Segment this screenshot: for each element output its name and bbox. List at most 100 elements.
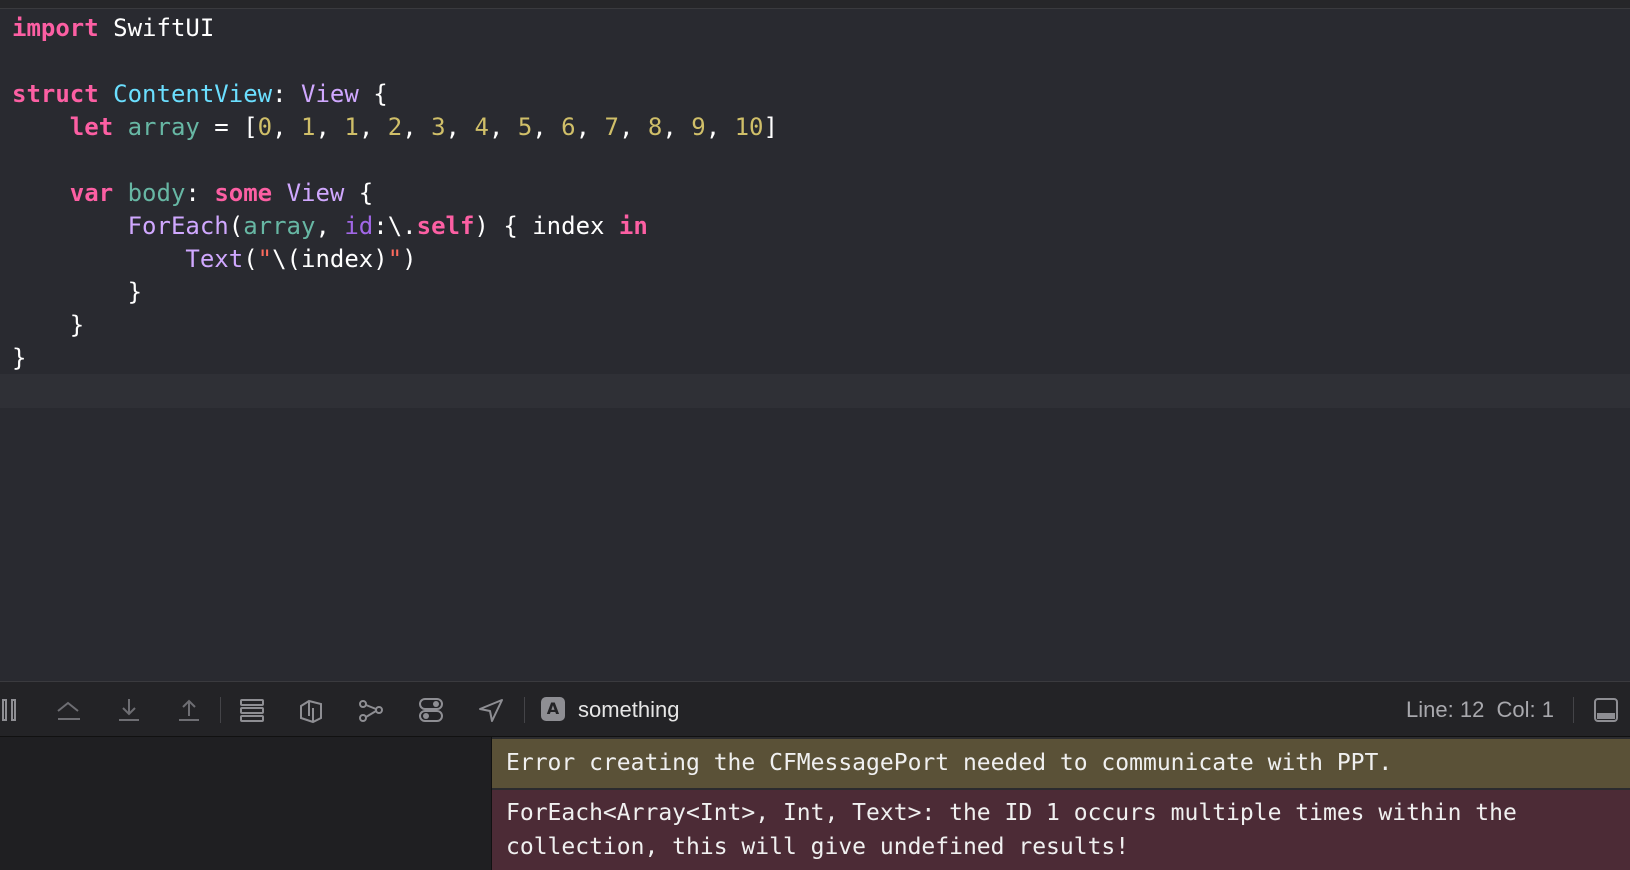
code-token: 1	[301, 113, 316, 141]
code-line[interactable]: import SwiftUI	[0, 11, 1630, 45]
code-token: body	[127, 179, 186, 207]
hide-debug-area-icon[interactable]	[1592, 696, 1620, 724]
code-token: ,	[272, 113, 302, 141]
code-token: array	[127, 113, 200, 141]
code-token: )	[402, 245, 417, 273]
code-token: var	[69, 179, 114, 207]
debug-toolbar: A something Line: 12 Col: 1	[0, 681, 1630, 737]
step-into-icon[interactable]	[115, 696, 143, 724]
code-token: ,	[705, 113, 735, 141]
code-token: }	[12, 344, 27, 372]
code-token: 5	[517, 113, 533, 141]
code-token: ,	[445, 113, 475, 141]
code-token: View	[301, 80, 359, 108]
code-token: (	[243, 245, 258, 273]
code-token: 10	[734, 113, 764, 141]
memory-graph-icon[interactable]	[297, 696, 325, 724]
code-token: import	[12, 14, 99, 42]
code-token: ,	[662, 113, 692, 141]
code-token: View	[286, 179, 345, 207]
code-token: "	[387, 245, 403, 273]
code-token: self	[416, 212, 475, 240]
code-line[interactable]: ForEach(array, id:\.self) { index in	[0, 209, 1630, 243]
code-token: struct	[12, 80, 99, 108]
toolbar-separator	[1573, 697, 1574, 723]
window-top-strip	[0, 0, 1630, 9]
step-over-icon[interactable]	[55, 696, 83, 724]
console-output[interactable]: Error creating the CFMessagePort needed …	[492, 737, 1630, 870]
code-token: 3	[431, 113, 446, 141]
code-token: :	[185, 179, 215, 207]
code-token: ,	[402, 113, 432, 141]
code-token: = [	[199, 113, 258, 141]
code-token: ForEach	[127, 212, 229, 240]
code-token: ,	[618, 113, 648, 141]
code-token: array	[243, 212, 316, 240]
code-line[interactable]: }	[0, 275, 1630, 309]
code-token: 6	[561, 113, 576, 141]
variables-view[interactable]	[0, 737, 492, 870]
code-token: ]	[763, 113, 778, 141]
code-token: :\.	[373, 212, 417, 240]
code-line[interactable]: let array = [0, 1, 1, 2, 3, 4, 5, 6, 7, …	[0, 110, 1630, 144]
code-token: :	[272, 80, 302, 108]
step-out-icon[interactable]	[175, 696, 203, 724]
code-line[interactable]: }	[0, 341, 1630, 375]
code-token: 7	[604, 113, 619, 141]
console-warning-message: Error creating the CFMessagePort needed …	[492, 739, 1630, 788]
code-token: \(index)	[272, 245, 388, 273]
pause-icon[interactable]	[0, 696, 28, 724]
view-hierarchy-icon[interactable]	[238, 696, 266, 724]
code-line[interactable]: var body: some View {	[0, 176, 1630, 210]
code-token: {	[344, 179, 374, 207]
code-token: id	[344, 212, 374, 240]
code-line[interactable]: struct ContentView: View {	[0, 77, 1630, 111]
code-line[interactable]: Text("\(index)")	[0, 242, 1630, 276]
code-token: ,	[315, 212, 345, 240]
code-token: SwiftUI	[98, 14, 215, 42]
cursor-position: Line: 12 Col: 1	[1406, 697, 1554, 722]
code-token: ,	[488, 113, 518, 141]
code-line[interactable]	[0, 143, 1630, 177]
code-token: 2	[387, 113, 403, 141]
code-token: ,	[358, 113, 388, 141]
code-token: 8	[647, 113, 663, 141]
code-token: 0	[257, 113, 273, 141]
code-line[interactable]	[0, 44, 1630, 78]
code-token: ,	[575, 113, 605, 141]
code-token: some	[214, 179, 273, 207]
code-token: }	[12, 278, 143, 306]
toolbar-separator	[220, 697, 221, 723]
code-token: in	[618, 212, 648, 240]
code-token: Text	[185, 245, 244, 273]
console-error-message: ForEach<Array<Int>, Int, Text>: the ID 1…	[492, 790, 1630, 870]
code-line[interactable]: }	[0, 308, 1630, 342]
environment-icon[interactable]	[357, 696, 385, 724]
app-scheme-icon: A	[541, 697, 565, 721]
code-token: (	[228, 212, 244, 240]
toggle-icon[interactable]	[417, 696, 445, 724]
code-token: 1	[344, 113, 359, 141]
code-token: {	[358, 80, 388, 108]
scheme-name[interactable]: something	[578, 694, 680, 726]
code-token: "	[257, 245, 273, 273]
code-token: 9	[691, 113, 706, 141]
code-token: let	[69, 113, 114, 141]
location-icon[interactable]	[477, 696, 505, 724]
code-token: 4	[474, 113, 489, 141]
code-token: ContentView	[113, 80, 273, 108]
code-token: ,	[315, 113, 345, 141]
code-token: ,	[532, 113, 562, 141]
code-editor[interactable]: import SwiftUI struct ContentView: View {…	[0, 9, 1630, 680]
toolbar-separator	[524, 697, 525, 723]
code-token: ) { index	[474, 212, 619, 240]
code-line[interactable]	[0, 374, 1630, 408]
code-token: }	[12, 311, 85, 339]
